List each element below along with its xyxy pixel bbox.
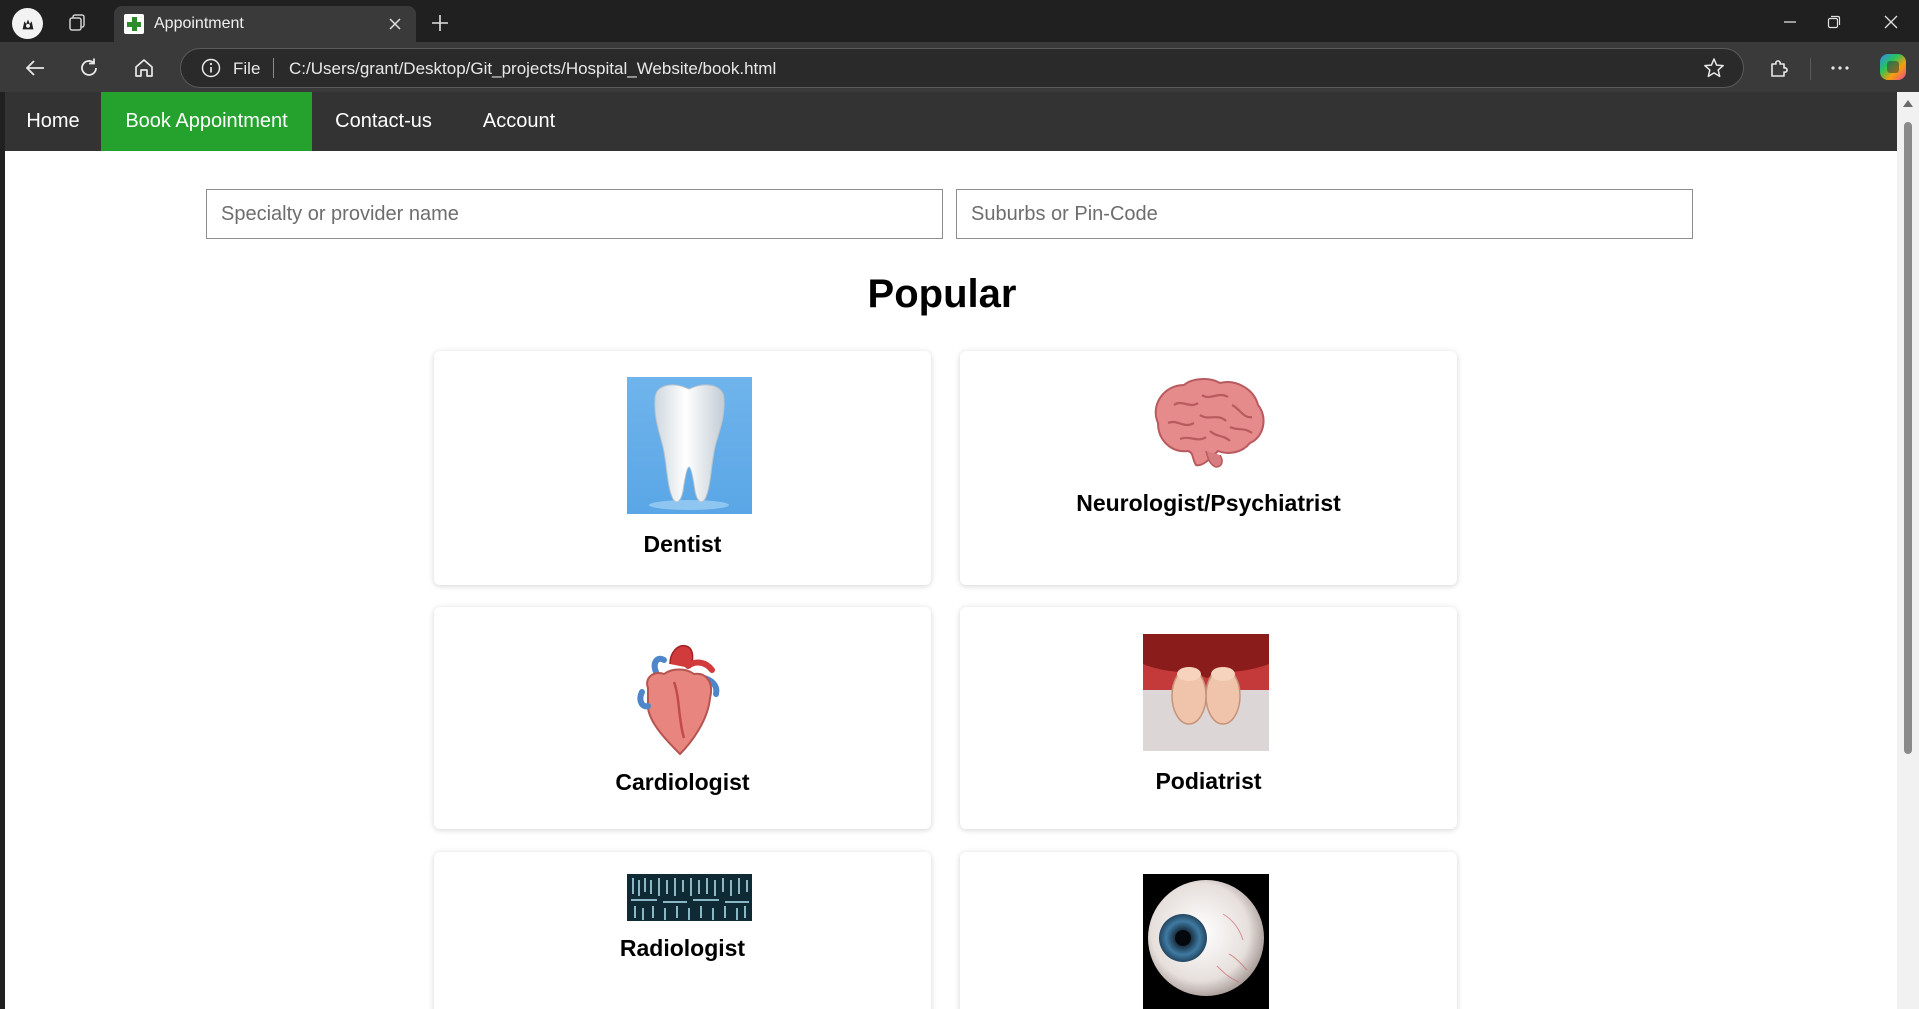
extensions-puzzle-icon[interactable] xyxy=(1764,53,1794,83)
eye-image xyxy=(1143,874,1269,1009)
profile-icon[interactable] xyxy=(12,8,43,39)
popular-heading: Popular xyxy=(867,272,1017,316)
card-label: Podiatrist xyxy=(1155,768,1262,794)
card-label: Cardiologist xyxy=(615,769,750,795)
more-menu-icon[interactable] xyxy=(1825,53,1855,83)
tab-title: Appointment xyxy=(154,15,244,32)
scrollbar-thumb[interactable] xyxy=(1904,122,1912,754)
specialty-card-eye[interactable] xyxy=(960,852,1457,1009)
window-close-icon[interactable] xyxy=(1871,8,1911,36)
page-scrollbar[interactable] xyxy=(1897,92,1919,1009)
location-search-input[interactable] xyxy=(956,189,1693,239)
browser-toolbar: File C:/Users/grant/Desktop/Git_projects… xyxy=(0,42,1919,92)
restore-icon[interactable] xyxy=(1814,8,1854,36)
refresh-icon[interactable] xyxy=(74,53,104,83)
tooth-image xyxy=(627,377,752,514)
specialty-card-radiologist[interactable]: Radiologist xyxy=(434,852,931,1009)
heart-image xyxy=(634,642,722,756)
favorite-star-icon[interactable] xyxy=(1703,57,1725,79)
card-label: Radiologist xyxy=(619,935,746,961)
specialty-card-neurologist[interactable]: Neurologist/Psychiatrist xyxy=(960,351,1457,585)
address-bar[interactable]: File C:/Users/grant/Desktop/Git_projects… xyxy=(180,48,1744,88)
toolbar-divider xyxy=(1810,58,1811,80)
card-label: Neurologist/Psychiatrist xyxy=(1076,490,1341,516)
minimize-icon[interactable] xyxy=(1770,8,1810,36)
copilot-icon[interactable] xyxy=(1880,54,1906,80)
scroll-up-arrow-icon[interactable] xyxy=(1903,100,1913,107)
hospital-cross-icon xyxy=(124,14,144,34)
card-label: Dentist xyxy=(643,531,722,557)
specialty-search-input[interactable] xyxy=(206,189,943,239)
nav-account[interactable]: Account xyxy=(455,92,583,151)
feet-image xyxy=(1143,634,1269,751)
home-icon[interactable] xyxy=(129,53,159,83)
brain-image xyxy=(1144,375,1270,471)
scheme-label: File xyxy=(233,59,261,78)
close-icon[interactable] xyxy=(384,13,406,35)
tab-appointment[interactable]: Appointment xyxy=(114,6,416,42)
browser-tab-bar: Appointment xyxy=(0,0,1919,42)
site-navbar: Home Book Appointment Contact-us Account xyxy=(5,92,1897,151)
xray-image xyxy=(627,874,752,921)
new-tab-plus-icon[interactable] xyxy=(426,10,454,36)
specialty-card-dentist[interactable]: Dentist xyxy=(434,351,931,585)
nav-contact-us[interactable]: Contact-us xyxy=(312,92,455,151)
nav-home[interactable]: Home xyxy=(5,92,101,151)
specialty-card-podiatrist[interactable]: Podiatrist xyxy=(960,607,1457,829)
page-viewport: Home Book Appointment Contact-us Account… xyxy=(5,92,1897,1009)
address-divider xyxy=(273,58,274,78)
specialty-card-cardiologist[interactable]: Cardiologist xyxy=(434,607,931,829)
info-icon[interactable] xyxy=(201,58,221,78)
nav-book-appointment[interactable]: Book Appointment xyxy=(101,92,312,151)
back-arrow-icon[interactable] xyxy=(20,53,50,83)
url-text[interactable]: C:/Users/grant/Desktop/Git_projects/Hosp… xyxy=(289,59,776,79)
tab-actions-icon[interactable] xyxy=(64,10,90,36)
